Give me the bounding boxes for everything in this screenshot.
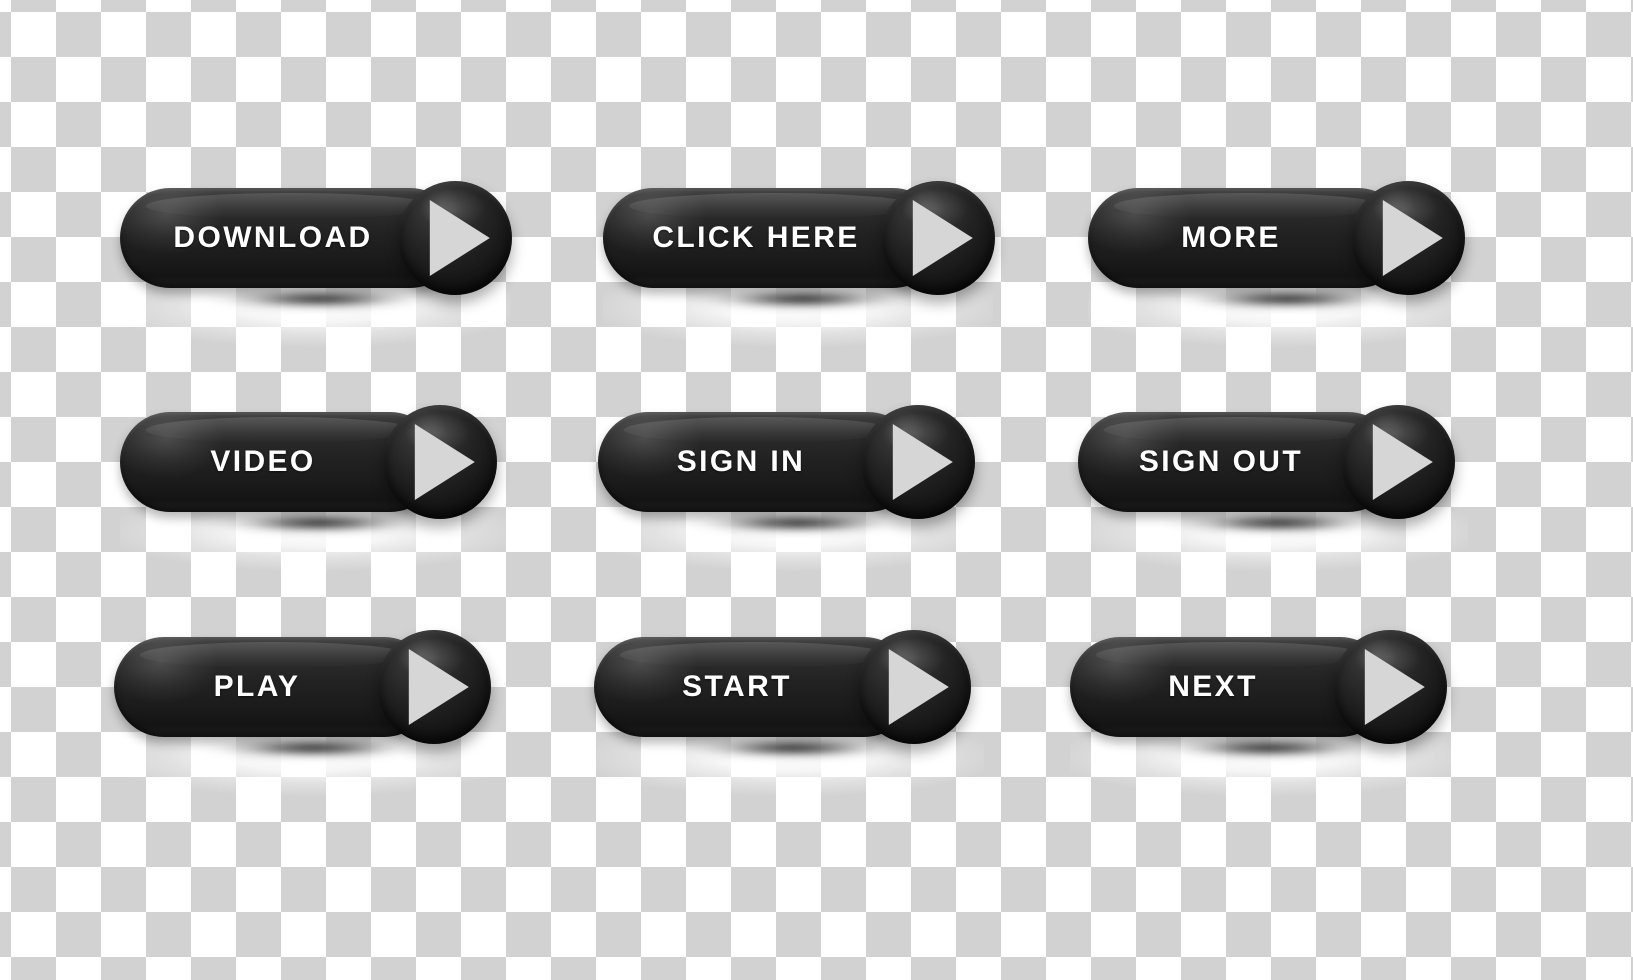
button-drop-shadow bbox=[1160, 512, 1395, 534]
play-triangle-icon bbox=[888, 649, 949, 725]
play-sphere[interactable] bbox=[1341, 405, 1455, 519]
play-sphere[interactable] bbox=[377, 630, 491, 744]
play-triangle-icon bbox=[1372, 424, 1433, 500]
button-click-here[interactable]: CLICK HERE bbox=[593, 172, 995, 352]
button-sign-in[interactable]: SIGN IN bbox=[588, 396, 988, 576]
button-drop-shadow bbox=[685, 288, 920, 310]
play-triangle-icon bbox=[1364, 649, 1425, 725]
button-next[interactable]: NEXT bbox=[1060, 621, 1460, 801]
button-drop-shadow bbox=[680, 512, 915, 534]
button-play[interactable]: PLAY bbox=[104, 621, 504, 801]
play-triangle-icon bbox=[414, 424, 475, 500]
button-drop-shadow bbox=[1170, 288, 1405, 310]
play-triangle-icon bbox=[892, 424, 953, 500]
button-drop-shadow bbox=[676, 737, 911, 759]
button-drop-shadow bbox=[202, 288, 437, 310]
button-download[interactable]: DOWNLOAD bbox=[110, 172, 512, 352]
button-start[interactable]: START bbox=[584, 621, 984, 801]
play-sphere[interactable] bbox=[1333, 630, 1447, 744]
play-triangle-icon bbox=[912, 200, 973, 276]
play-triangle-icon bbox=[429, 200, 490, 276]
play-sphere[interactable] bbox=[861, 405, 975, 519]
play-sphere[interactable] bbox=[383, 405, 497, 519]
play-triangle-icon bbox=[1382, 200, 1443, 276]
button-drop-shadow bbox=[1152, 737, 1387, 759]
button-set-canvas: DOWNLOAD CLICK HERE MORE VIDEO SIGN IN SIGN O… bbox=[0, 0, 1633, 980]
play-sphere[interactable] bbox=[1351, 181, 1465, 295]
button-drop-shadow bbox=[196, 737, 431, 759]
button-sign-out[interactable]: SIGN OUT bbox=[1068, 396, 1468, 576]
button-more[interactable]: MORE bbox=[1078, 172, 1478, 352]
button-video[interactable]: VIDEO bbox=[110, 396, 510, 576]
button-grid: DOWNLOAD CLICK HERE MORE VIDEO SIGN IN SIGN O… bbox=[0, 0, 1633, 980]
play-sphere[interactable] bbox=[398, 181, 512, 295]
play-sphere[interactable] bbox=[857, 630, 971, 744]
button-drop-shadow bbox=[202, 512, 437, 534]
play-triangle-icon bbox=[408, 649, 469, 725]
play-sphere[interactable] bbox=[881, 181, 995, 295]
